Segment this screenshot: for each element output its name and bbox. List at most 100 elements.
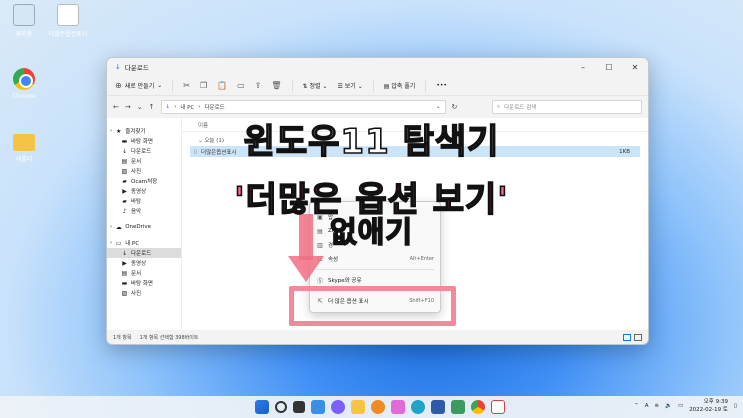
- breadcrumb-item[interactable]: 다운로드: [204, 103, 224, 111]
- close-button[interactable]: ✕: [622, 63, 648, 72]
- rename-icon[interactable]: ▭: [237, 81, 245, 90]
- picture-icon: ▨: [121, 289, 128, 297]
- forward-icon[interactable]: →: [125, 103, 131, 111]
- nav-item[interactable]: ▨ 사진: [107, 288, 181, 298]
- minimize-button[interactable]: –: [570, 63, 596, 72]
- clock[interactable]: 오후 9:39 2022-02-19 토: [689, 398, 728, 414]
- taskbar: ⌃ A ≋ 🔈 ▭ 오후 9:39 2022-02-19 토 ▯: [0, 396, 743, 418]
- paste-icon[interactable]: 📋: [217, 81, 227, 90]
- battery-icon[interactable]: ▭: [678, 403, 683, 409]
- divider: [425, 79, 427, 92]
- nav-item[interactable]: ▤ 문서: [107, 268, 181, 278]
- nav-item[interactable]: ▶ 동영상: [107, 258, 181, 268]
- file-explorer-icon[interactable]: [351, 400, 365, 414]
- chrome-icon: [13, 68, 35, 90]
- nav-item[interactable]: ▬ 바탕 화면: [107, 278, 181, 288]
- photos-icon[interactable]: [391, 400, 405, 414]
- recent-chevron-icon[interactable]: ⌄: [137, 103, 143, 111]
- sort-label: 정렬: [309, 83, 321, 90]
- calculator-icon[interactable]: [451, 400, 465, 414]
- chevron-down-icon[interactable]: ⌄: [436, 104, 445, 110]
- divider: [172, 79, 174, 92]
- download-icon: ↓: [165, 104, 171, 110]
- clock-date: 2022-02-19 토: [689, 407, 728, 413]
- download-icon: ↓: [115, 63, 121, 71]
- nav-item-label: 동영상: [131, 261, 147, 267]
- new-button[interactable]: ⊕ 새로 만들기 ⌄: [115, 81, 162, 90]
- clock-time: 오후 9:39: [703, 399, 728, 405]
- chrome-desktop-icon[interactable]: Chrome: [4, 68, 44, 100]
- recycle-bin-desktop-icon[interactable]: 휴지통: [4, 4, 44, 38]
- search-box[interactable]: ⌕ 다운로드 검색: [492, 100, 642, 114]
- chat-icon[interactable]: [331, 400, 345, 414]
- video-icon: ▶: [122, 259, 127, 267]
- context-menu-label: Skype와 공유: [328, 278, 362, 284]
- selection-info: 1개 항목 선택함 398바이트: [139, 334, 199, 341]
- task-view-icon[interactable]: [293, 401, 305, 413]
- wifi-icon[interactable]: ≋: [655, 403, 660, 409]
- text-file-icon: [57, 4, 79, 26]
- document-icon: ▤: [121, 269, 128, 277]
- new-button-label: 새로 만들기: [124, 83, 155, 90]
- command-bar: ⊕ 새로 만들기 ⌄ ✂ ❐ 📋 ▭ ⇪ 🗑 ⇅ 정렬 ⌄ ☰ 보기 ⌄ ▤ 압축 …: [107, 76, 648, 96]
- share-icon[interactable]: ⇪: [255, 81, 262, 90]
- volume-icon[interactable]: 🔈: [665, 403, 672, 409]
- edge-icon[interactable]: [411, 400, 425, 414]
- copy-icon[interactable]: ❐: [200, 81, 207, 90]
- ime-indicator[interactable]: A: [645, 403, 649, 409]
- desktop-icon-label: 휴지통: [15, 31, 33, 38]
- widgets-icon[interactable]: [311, 400, 325, 414]
- chrome-icon[interactable]: [471, 400, 485, 414]
- tiles-view-icon[interactable]: [634, 333, 642, 341]
- chevron-up-icon[interactable]: ⌃: [634, 403, 639, 409]
- maximize-button[interactable]: ☐: [596, 63, 622, 72]
- chevron-down-icon: ⌄: [157, 82, 163, 89]
- desktop-icon-label: 더많은옵션표시: [48, 31, 88, 38]
- search-app-icon[interactable]: [371, 400, 385, 414]
- headline-line-1: 윈도우11 탐색기: [243, 121, 500, 163]
- recycle-bin-icon: [13, 4, 35, 26]
- divider: [372, 79, 374, 92]
- address-bar[interactable]: ↓ › 내 PC › 다운로드 ⌄: [160, 100, 446, 114]
- refresh-icon[interactable]: ↻: [452, 103, 458, 111]
- delete-icon[interactable]: 🗑: [271, 81, 281, 90]
- desktop-icon: ▬: [121, 279, 128, 287]
- search-icon[interactable]: [275, 401, 287, 413]
- status-bar: 1개 항목 1개 항목 선택함 398바이트: [107, 330, 648, 344]
- headline-line-3: 없애기: [329, 214, 414, 250]
- extract-label: 압축 풀기: [391, 83, 416, 90]
- search-icon: ⌕: [497, 103, 501, 110]
- up-icon[interactable]: ↑: [149, 103, 155, 111]
- item-count: 1개 항목: [113, 334, 132, 341]
- view-icon: ☰: [337, 83, 343, 90]
- extract-icon: ▤: [383, 83, 390, 90]
- breadcrumb-separator: ›: [174, 104, 177, 110]
- context-menu-item[interactable]: Ⓢ Skype와 공유: [310, 273, 440, 287]
- notepad-icon[interactable]: [491, 400, 505, 414]
- view-button[interactable]: ☰ 보기 ⌄: [337, 81, 362, 90]
- nav-item-label: 바탕 화면: [131, 281, 153, 287]
- sort-button[interactable]: ⇅ 정렬 ⌄: [303, 81, 328, 90]
- breadcrumb-separator: ›: [198, 104, 201, 110]
- plus-icon: ⊕: [115, 81, 122, 90]
- divider: [291, 79, 293, 92]
- desktop-icon-label: Chrome: [12, 93, 36, 100]
- back-icon[interactable]: ←: [113, 103, 119, 111]
- store-icon[interactable]: [431, 400, 445, 414]
- nav-item-label: 사진: [131, 291, 142, 297]
- cut-icon[interactable]: ✂: [183, 81, 190, 90]
- view-label: 보기: [344, 83, 356, 90]
- start-icon[interactable]: [255, 400, 269, 414]
- context-menu-item[interactable]: ☷속성Alt+Enter: [310, 252, 440, 266]
- window-title: 다운로드: [124, 64, 149, 72]
- context-menu-label: 속성: [328, 257, 339, 263]
- details-view-icon[interactable]: [623, 333, 631, 341]
- notification-icon[interactable]: ▯: [734, 403, 737, 409]
- text-file-desktop-icon[interactable]: 더많은옵션표시: [48, 4, 88, 38]
- extract-button[interactable]: ▤ 압축 풀기: [384, 81, 416, 90]
- menu-divider: [316, 269, 434, 270]
- breadcrumb-item[interactable]: 내 PC: [180, 103, 194, 111]
- search-placeholder: 다운로드 검색: [504, 105, 537, 111]
- more-button[interactable]: •••: [436, 82, 447, 89]
- title-bar: ↓ 다운로드 – ☐ ✕: [107, 58, 648, 76]
